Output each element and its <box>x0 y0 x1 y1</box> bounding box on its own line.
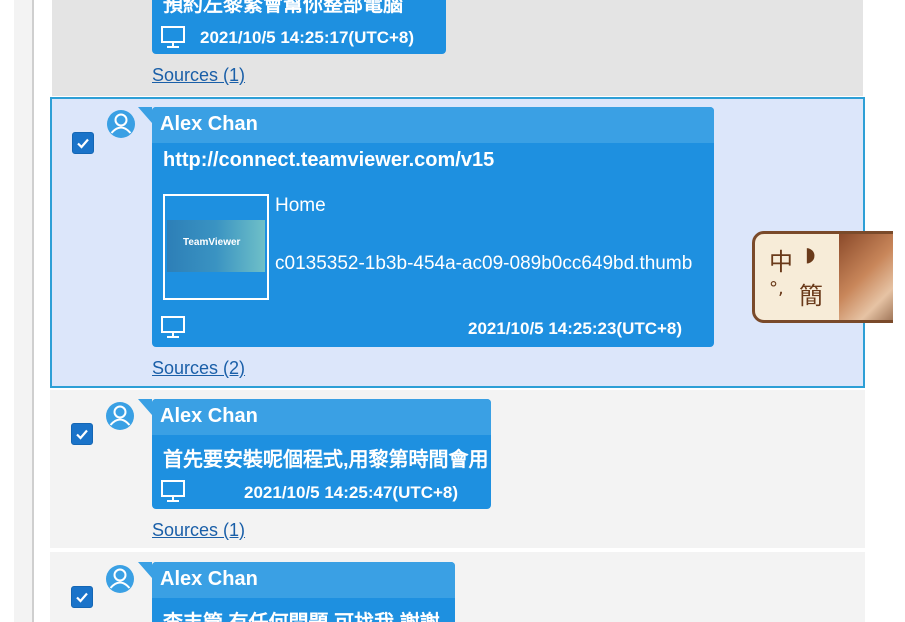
message-bubble: Alex Chan http://connect.teamviewer.com/… <box>138 107 714 347</box>
sender-name: Alex Chan <box>160 405 258 427</box>
message-timestamp: 2021/10/5 14:25:17(UTC+8) <box>200 28 415 47</box>
user-avatar-icon <box>106 565 134 593</box>
sources-link[interactable]: Sources (2) <box>152 358 245 379</box>
message-text: 預約左黎緊會幫你整部電腦 <box>163 0 403 16</box>
sources-link[interactable]: Sources (1) <box>152 65 245 86</box>
message-checkbox[interactable] <box>72 132 94 154</box>
user-avatar-icon <box>106 402 134 430</box>
message-text: 首先要安裝呢個程式,用黎第時間會用 <box>163 449 489 471</box>
ime-fullwidth-toggle[interactable]: ◗ <box>805 242 816 266</box>
monitor-icon <box>161 26 185 48</box>
message-checkbox[interactable] <box>71 423 93 445</box>
message-timestamp: 2021/10/5 14:25:23(UTC+8) <box>468 319 683 338</box>
bubble-tail <box>138 399 152 415</box>
link-filename: c0135352-1b3b-454a-ac09-089b0cc649bd.thu… <box>275 253 693 274</box>
message-row-selected[interactable]: Alex Chan http://connect.teamviewer.com/… <box>50 97 865 388</box>
sender-name: Alex Chan <box>160 113 258 135</box>
monitor-icon <box>161 480 185 502</box>
link-thumbnail[interactable]: TeamViewer <box>163 194 269 300</box>
message-row[interactable]: Alex Chan 首先要安裝呢個程式,用黎第時間會用 2021/10/5 14… <box>50 390 865 548</box>
message-timestamp: 2021/10/5 14:25:47(UTC+8) <box>244 483 459 502</box>
message-bubble: 預約左黎緊會幫你整部電腦 2021/10/5 14:25:17(UTC+8) <box>152 0 446 54</box>
message-bubble: Alex Chan 李丰管 有任何問題 可找我 謝謝 <box>138 562 455 622</box>
message-row: 預約左黎緊會幫你整部電腦 2021/10/5 14:25:17(UTC+8) S… <box>52 0 863 96</box>
bubble-tail <box>138 107 152 123</box>
ime-punctuation-toggle[interactable]: °, <box>769 278 784 299</box>
message-link-url[interactable]: http://connect.teamviewer.com/v15 <box>163 149 494 172</box>
ime-toolbar[interactable]: 中 ◗ °, 簡 <box>752 231 905 323</box>
ime-script-toggle[interactable]: 簡 <box>799 276 823 311</box>
left-rail <box>14 0 34 622</box>
monitor-icon <box>161 316 185 338</box>
user-avatar-icon <box>107 110 135 138</box>
message-text: 李丰管 有任何問題 可找我 謝謝 <box>163 606 440 622</box>
sources-link[interactable]: Sources (1) <box>152 520 245 541</box>
message-checkbox[interactable] <box>71 586 93 608</box>
right-rail <box>893 0 905 622</box>
teamviewer-logo: TeamViewer <box>183 237 241 248</box>
message-bubble: Alex Chan 首先要安裝呢個程式,用黎第時間會用 2021/10/5 14… <box>138 399 491 509</box>
link-title: Home <box>275 195 326 216</box>
thumbnail-image: TeamViewer <box>167 220 265 272</box>
bubble-tail <box>138 562 152 578</box>
ime-mode-toggle[interactable]: 中 <box>769 242 793 277</box>
sender-name: Alex Chan <box>160 568 258 590</box>
message-row[interactable]: Alex Chan 李丰管 有任何問題 可找我 謝謝 <box>50 552 865 622</box>
